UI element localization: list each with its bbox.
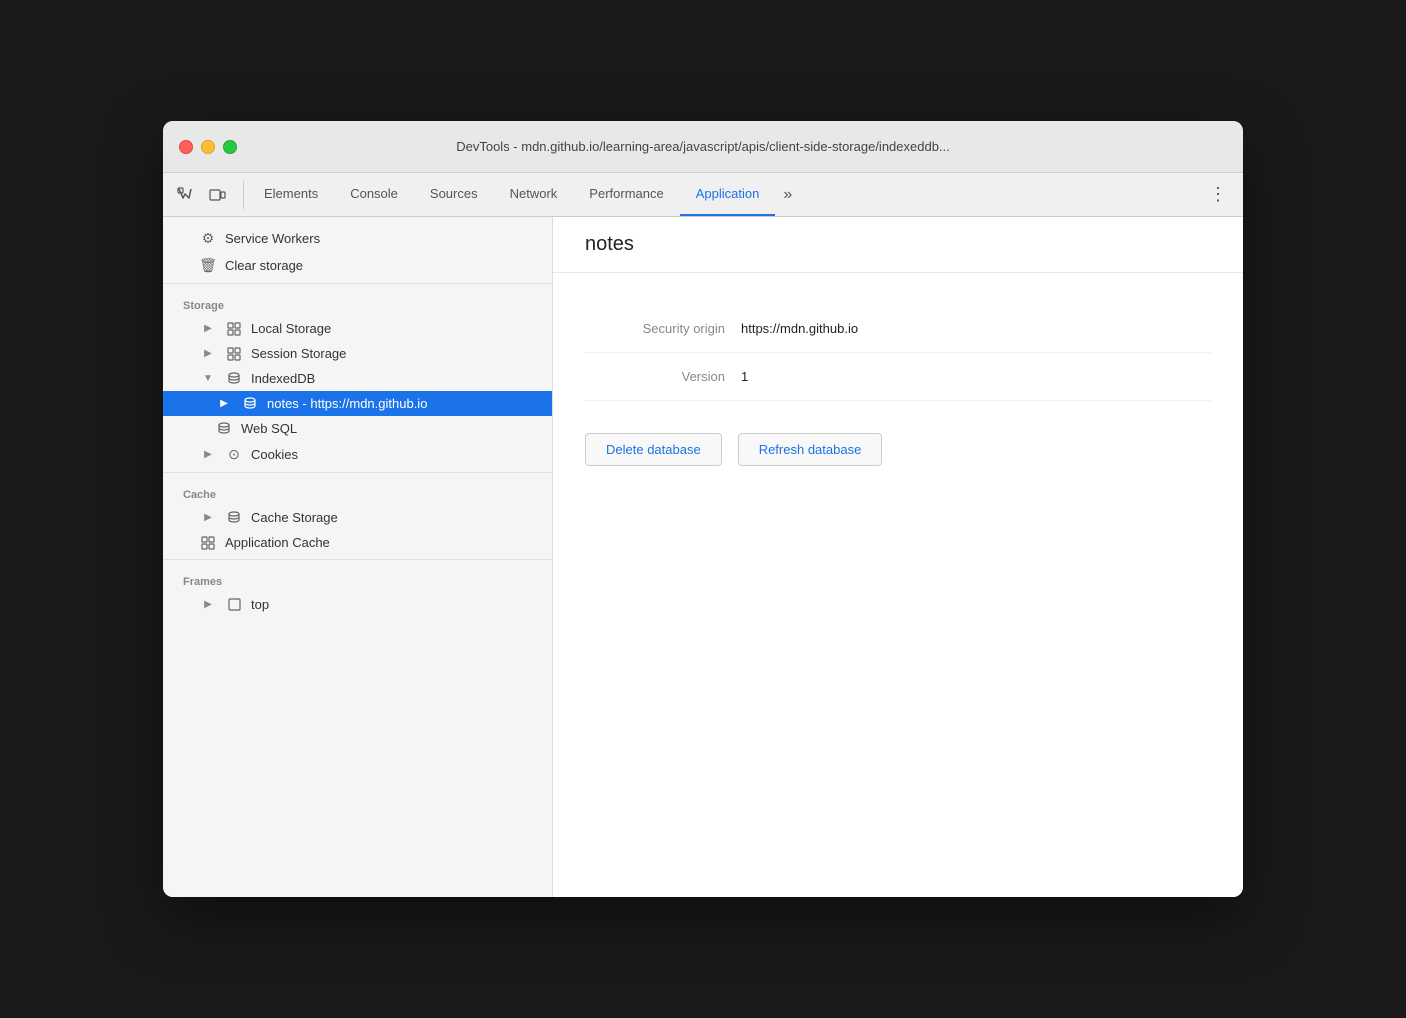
actions-row: Delete database Refresh database xyxy=(585,401,1211,498)
devtools-menu-button[interactable]: ⋮ xyxy=(1201,173,1235,216)
version-row: Version 1 xyxy=(585,353,1211,401)
database-icon-selected xyxy=(241,397,259,411)
sidebar-item-indexeddb[interactable]: ▼ IndexedDB xyxy=(163,366,552,391)
section-label-cache: Cache xyxy=(163,477,552,505)
chevron-right-icon: ▶ xyxy=(199,512,217,523)
sidebar-item-service-workers[interactable]: ⚙ Service Workers xyxy=(163,225,552,252)
database-icon-websql xyxy=(215,422,233,436)
refresh-database-button[interactable]: Refresh database xyxy=(738,433,883,466)
close-button[interactable] xyxy=(179,140,193,154)
sidebar-item-session-storage[interactable]: ▶ Session Storage xyxy=(163,341,552,366)
chevron-right-icon: ▶ xyxy=(199,599,217,610)
divider-2 xyxy=(163,472,552,473)
sidebar-item-cache-storage[interactable]: ▶ Cache Storage xyxy=(163,505,552,530)
section-label-frames: Frames xyxy=(163,564,552,592)
tab-console[interactable]: Console xyxy=(334,173,414,216)
trash-icon: 🗑 xyxy=(199,257,217,274)
database-icon-cache xyxy=(225,511,243,525)
content-header: notes xyxy=(553,217,1243,273)
security-origin-value: https://mdn.github.io xyxy=(741,321,858,336)
divider-3 xyxy=(163,559,552,560)
chevron-right-icon: ▶ xyxy=(199,449,217,460)
inspect-icon[interactable] xyxy=(171,181,199,209)
gear-icon: ⚙ xyxy=(199,230,217,247)
delete-database-button[interactable]: Delete database xyxy=(585,433,722,466)
sidebar-item-web-sql[interactable]: Web SQL xyxy=(163,416,552,441)
tab-bar: Elements Console Sources Network Perform… xyxy=(248,173,800,216)
window-title: DevTools - mdn.github.io/learning-area/j… xyxy=(456,139,950,154)
frame-icon xyxy=(225,598,243,611)
sidebar-item-local-storage[interactable]: ▶ Local Storage xyxy=(163,316,552,341)
sidebar-item-cookies[interactable]: ▶ ⊙ Cookies xyxy=(163,441,552,468)
version-value: 1 xyxy=(741,369,748,384)
tab-network[interactable]: Network xyxy=(494,173,574,216)
content-body: Security origin https://mdn.github.io Ve… xyxy=(553,273,1243,530)
chevron-down-icon: ▼ xyxy=(199,373,217,384)
security-origin-row: Security origin https://mdn.github.io xyxy=(585,305,1211,353)
chevron-right-icon: ▶ xyxy=(199,348,217,359)
grid-icon-appcache xyxy=(199,536,217,550)
content-panel: notes Security origin https://mdn.github… xyxy=(553,217,1243,897)
tab-performance[interactable]: Performance xyxy=(573,173,679,216)
maximize-button[interactable] xyxy=(223,140,237,154)
sidebar-item-clear-storage[interactable]: 🗑 Clear storage xyxy=(163,252,552,279)
database-icon xyxy=(225,372,243,386)
sidebar-item-notes-db[interactable]: ▶ notes - https://mdn.github.io xyxy=(163,391,552,416)
sidebar: ⚙ Service Workers 🗑 Clear storage Storag… xyxy=(163,217,553,897)
security-origin-label: Security origin xyxy=(585,321,725,336)
cookie-icon: ⊙ xyxy=(225,446,243,463)
title-bar: DevTools - mdn.github.io/learning-area/j… xyxy=(163,121,1243,173)
divider-1 xyxy=(163,283,552,284)
version-label: Version xyxy=(585,369,725,384)
sidebar-item-application-cache[interactable]: Application Cache xyxy=(163,530,552,555)
devtools-window: DevTools - mdn.github.io/learning-area/j… xyxy=(163,121,1243,897)
toolbar-icons xyxy=(171,181,244,209)
traffic-lights xyxy=(179,140,237,154)
tab-sources[interactable]: Sources xyxy=(414,173,494,216)
device-icon[interactable] xyxy=(203,181,231,209)
content-title: notes xyxy=(585,233,1211,256)
tab-application[interactable]: Application xyxy=(680,173,776,216)
sidebar-item-top-frame[interactable]: ▶ top xyxy=(163,592,552,617)
minimize-button[interactable] xyxy=(201,140,215,154)
tab-elements[interactable]: Elements xyxy=(248,173,334,216)
section-label-storage: Storage xyxy=(163,288,552,316)
grid-icon xyxy=(225,347,243,361)
main-area: ⚙ Service Workers 🗑 Clear storage Storag… xyxy=(163,217,1243,897)
chevron-right-icon: ▶ xyxy=(215,398,233,409)
grid-icon xyxy=(225,322,243,336)
chevron-right-icon: ▶ xyxy=(199,323,217,334)
more-tabs-button[interactable]: » xyxy=(775,173,800,216)
toolbar: Elements Console Sources Network Perform… xyxy=(163,173,1243,217)
